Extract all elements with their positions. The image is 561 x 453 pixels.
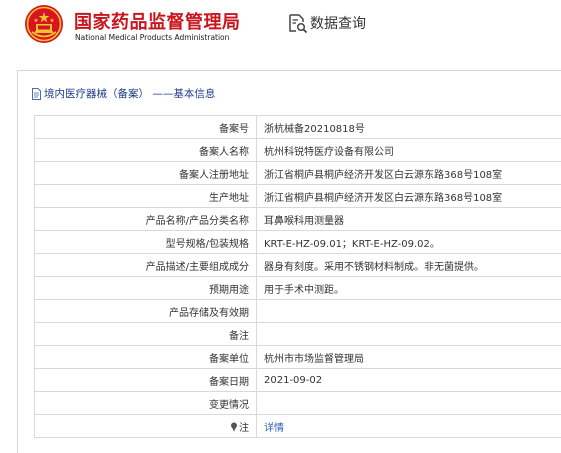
- field-value: [256, 299, 561, 323]
- field-label: 产品名称/产品分类名称: [34, 207, 257, 231]
- field-value: [256, 322, 561, 346]
- field-label: 产品描述/主要组成成分: [34, 253, 257, 277]
- field-value: 杭州市市场监督管理局: [256, 345, 561, 369]
- site-header: 国家药品监督管理局 National Medical Products Admi…: [0, 0, 561, 52]
- table-row: 备案人名称 杭州科锐特医疗设备有限公司: [34, 138, 561, 162]
- search-document-icon: [289, 14, 308, 34]
- table-row: 型号规格/包装规格 KRT-E-HZ-09.01；KRT-E-HZ-09.02。: [34, 230, 561, 254]
- field-value: [256, 391, 561, 415]
- field-label: 备案人注册地址: [34, 161, 257, 185]
- field-label: 预期用途: [34, 276, 257, 300]
- detail-link[interactable]: 详情: [264, 423, 284, 434]
- pin-icon: [231, 422, 237, 432]
- field-value: 用于手术中测距。: [256, 276, 561, 300]
- table-row: 备案号 浙杭械备20210818号: [34, 115, 561, 139]
- table-row: 注 详情: [34, 414, 561, 438]
- note-label-cell: 注: [34, 414, 257, 438]
- field-label: 产品存储及有效期: [34, 299, 257, 323]
- detail-panel: 境内医疗器械（备案） ——基本信息 备案号 浙杭械备20210818号 备案人名称杭…: [17, 70, 561, 453]
- document-icon: [32, 87, 41, 100]
- table-row: 预期用途 用于手术中测距。: [34, 276, 561, 300]
- field-label: 型号规格/包装规格: [34, 230, 257, 254]
- data-query-link[interactable]: 数据查询: [286, 12, 366, 34]
- field-value: KRT-E-HZ-09.01；KRT-E-HZ-09.02。: [256, 230, 561, 254]
- table-row: 备案人注册地址 浙江省桐庐县桐庐经济开发区白云源东路368号108室: [34, 161, 561, 185]
- national-emblem-icon: [25, 5, 63, 43]
- note-label: 注: [239, 422, 249, 434]
- field-label: 备案人名称: [34, 138, 257, 162]
- table-row: 备案日期 2021-09-02: [34, 368, 561, 392]
- table-row: 变更情况: [34, 391, 561, 415]
- field-value: 器身有刻度。采用不锈钢材料制成。非无菌提供。: [256, 253, 561, 277]
- field-value: 浙江省桐庐县桐庐经济开发区白云源东路368号108室: [256, 184, 561, 208]
- field-value: 浙江省桐庐县桐庐经济开发区白云源东路368号108室: [256, 161, 561, 185]
- field-label: 备案日期: [34, 368, 257, 392]
- breadcrumb: 境内医疗器械（备案） ——基本信息: [31, 86, 215, 101]
- table-row: 产品名称/产品分类名称 耳鼻喉科用测量器: [34, 207, 561, 231]
- table-row: 备案单位 杭州市市场监督管理局: [34, 345, 561, 369]
- table-row: 生产地址 浙江省桐庐县桐庐经济开发区白云源东路368号108室: [34, 184, 561, 208]
- field-label: 备案单位: [34, 345, 257, 369]
- table-row: 产品描述/主要组成成分 器身有刻度。采用不锈钢材料制成。非无菌提供。: [34, 253, 561, 277]
- note-value-cell: 详情: [256, 414, 561, 438]
- field-label: 备注: [34, 322, 257, 346]
- field-value: 杭州科锐特医疗设备有限公司: [256, 138, 561, 162]
- breadcrumb-label: 境内医疗器械（备案） ——基本信息: [44, 88, 216, 100]
- site-title-english: National Medical Products Administration: [75, 33, 230, 42]
- field-label: 生产地址: [34, 184, 257, 208]
- table-row: 产品存储及有效期: [34, 299, 561, 323]
- field-value: 2021-09-02: [256, 368, 561, 392]
- field-value: 耳鼻喉科用测量器: [256, 207, 561, 231]
- field-label: 变更情况: [34, 391, 257, 415]
- record-table: 备案号 浙杭械备20210818号 备案人名称 杭州科锐特医疗设备有限公司 备案人注册地…: [34, 115, 561, 438]
- site-title: 国家药品监督管理局: [74, 12, 241, 33]
- field-label: 备案号: [34, 115, 257, 139]
- data-query-label: 数据查询: [310, 16, 366, 32]
- field-value: 浙杭械备20210818号: [256, 115, 561, 139]
- table-row: 备注: [34, 322, 561, 346]
